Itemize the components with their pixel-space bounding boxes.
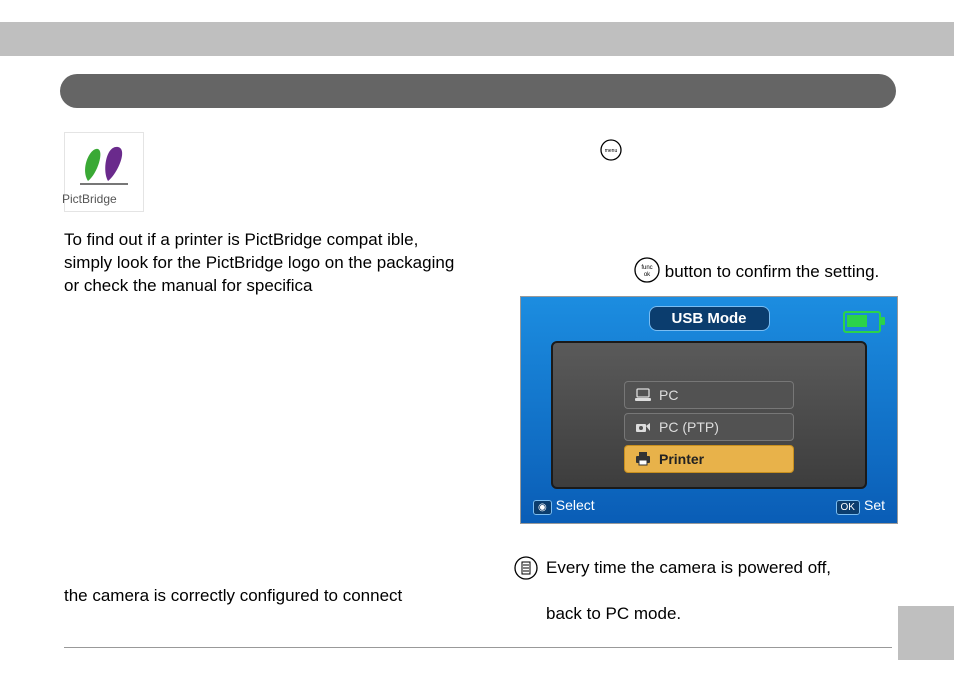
note-icon — [514, 556, 538, 585]
svg-text:menu: menu — [605, 148, 618, 154]
usb-mode-option-label: Printer — [659, 451, 704, 467]
confirm-setting-text: button to confirm the setting. — [665, 262, 880, 281]
lcd-options-panel: PC PC (PTP) Printer — [551, 341, 867, 489]
ok-key-icon: OK — [836, 500, 860, 515]
lcd-title-badge: USB Mode — [649, 306, 770, 331]
footer-rule — [64, 647, 892, 648]
manual-page: { "pictbridge": { "caption": "PictBridge… — [0, 0, 954, 694]
usb-mode-option-printer[interactable]: Printer — [624, 445, 794, 473]
camera-transfer-icon — [635, 420, 651, 434]
note-line-1: Every time the camera is powered off, — [546, 558, 831, 578]
func-ok-button-icon: func ok — [634, 257, 660, 288]
laptop-icon — [635, 388, 651, 402]
pictbridge-logo-icon — [74, 139, 134, 189]
intro-paragraph: To find out if a printer is PictBridge c… — [64, 228, 468, 297]
lcd-select-hint: ◉Select — [533, 497, 595, 513]
battery-icon — [843, 311, 881, 333]
printer-icon — [635, 452, 651, 466]
menu-button-icon: menu — [600, 139, 622, 166]
usb-mode-option-ptp[interactable]: PC (PTP) — [624, 413, 794, 441]
camera-lcd-screenshot: USB Mode PC PC (P — [520, 296, 898, 524]
svg-text:ok: ok — [644, 272, 651, 278]
lcd-top-row: USB Mode — [527, 303, 891, 333]
usb-mode-option-label: PC — [659, 387, 678, 403]
page-edge-tab — [898, 606, 954, 660]
note-line-2: back to PC mode. — [546, 604, 681, 624]
lcd-bottom-row: ◉Select OKSet — [533, 493, 885, 517]
svg-text:func: func — [641, 265, 652, 271]
dpad-icon: ◉ — [533, 500, 552, 515]
pictbridge-caption: PictBridge — [62, 192, 117, 206]
lcd-set-hint: OKSet — [836, 497, 885, 513]
config-paragraph-fragment: the camera is correctly configured to co… — [64, 584, 468, 607]
usb-mode-option-pc[interactable]: PC — [624, 381, 794, 409]
section-header-bar — [60, 74, 896, 108]
usb-mode-option-label: PC (PTP) — [659, 419, 719, 435]
usb-mode-option-list: PC PC (PTP) Printer — [624, 381, 794, 477]
page-top-bar — [0, 22, 954, 56]
confirm-setting-line: func ok button to confirm the setting. — [634, 257, 879, 288]
